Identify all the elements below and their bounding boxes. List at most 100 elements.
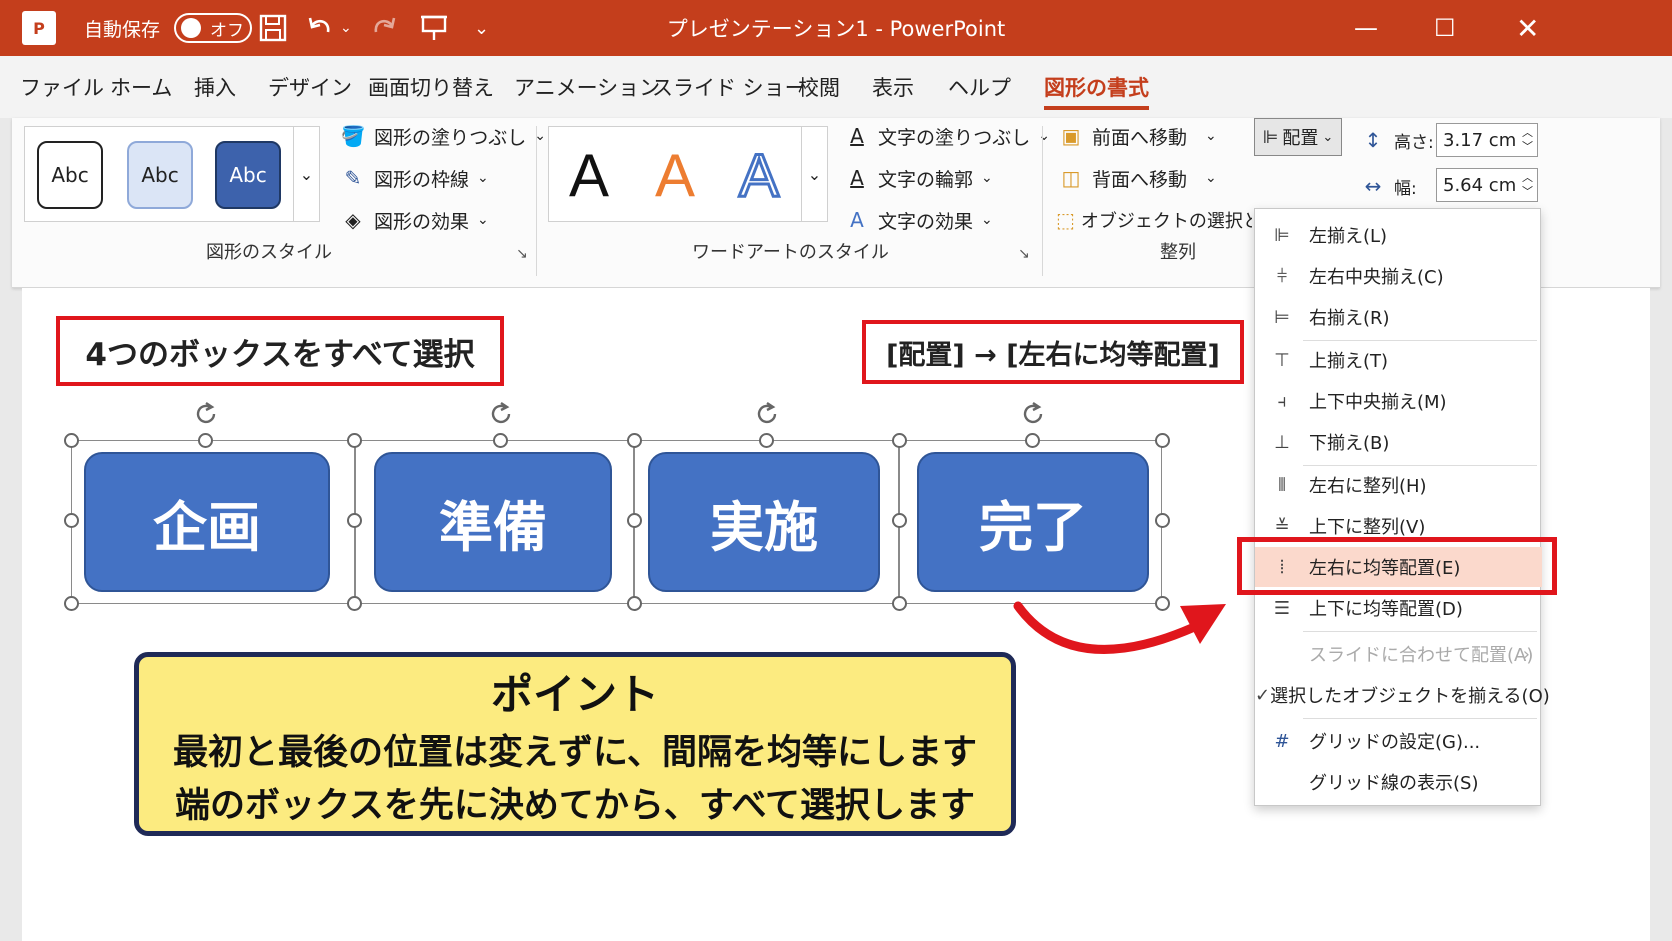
shape-outline-button[interactable]: ✎ 図形の枠線 ⌄: [338, 160, 489, 196]
menu-item-align-right[interactable]: ⊨ 右揃え(R): [1255, 297, 1542, 337]
tab-design[interactable]: デザイン: [268, 56, 352, 118]
resize-handle[interactable]: [892, 433, 907, 448]
resize-handle[interactable]: [1155, 513, 1170, 528]
menu-item-label: 右揃え(R): [1309, 308, 1390, 329]
resize-handle[interactable]: [493, 433, 508, 448]
shape-styles-group-label: 図形のスタイル: [206, 242, 332, 263]
send-backward-button[interactable]: ◫ 背面へ移動 ⌄: [1056, 160, 1217, 196]
menu-item-align-bottom[interactable]: ⊥ 下揃え(B): [1255, 422, 1542, 462]
undo-icon[interactable]: [306, 0, 334, 56]
resize-handle[interactable]: [64, 513, 79, 528]
text-effects-button[interactable]: A 文字の効果 ⌄: [842, 202, 993, 238]
tab-view[interactable]: 表示: [872, 56, 914, 118]
maximize-icon[interactable]: ☐: [1434, 0, 1456, 56]
tab-file[interactable]: ファイル: [20, 56, 104, 118]
tab-slideshow[interactable]: スライド ショー: [652, 56, 806, 118]
tab-shape-format[interactable]: 図形の書式: [1044, 56, 1149, 118]
menu-item-align-center[interactable]: ⫩ 左右中央揃え(C): [1255, 256, 1542, 296]
text-outline-button[interactable]: A 文字の輪郭 ⌄: [842, 160, 993, 196]
selection-pane-button[interactable]: ⬚ オブジェクトの選択と表示: [1056, 202, 1252, 238]
align-bottom-icon: ⊥: [1274, 431, 1290, 453]
resize-handle[interactable]: [1155, 433, 1170, 448]
process-box-complete[interactable]: 完了: [917, 452, 1149, 592]
shape-styles-launcher-icon[interactable]: ↘: [516, 246, 528, 262]
menu-item-arrange-horizontal[interactable]: ⫴ 左右に整列(H): [1255, 465, 1542, 505]
align-middle-icon: ⫞: [1277, 390, 1287, 412]
shape-style-sample-outline[interactable]: Abc: [37, 141, 103, 209]
shape-fill-button[interactable]: 🪣 図形の塗りつぶし ⌄: [338, 118, 546, 154]
menu-item-align-left[interactable]: ⊫ 左揃え(L): [1255, 215, 1542, 255]
tab-insert[interactable]: 挿入: [194, 56, 236, 118]
process-box-execute[interactable]: 実施: [648, 452, 880, 592]
rotate-handle-icon[interactable]: [1019, 400, 1047, 428]
autosave-toggle[interactable]: オフ: [174, 13, 252, 43]
shape-effects-button[interactable]: ◈ 図形の効果 ⌄: [338, 202, 488, 238]
shape-effects-icon: ◈: [345, 208, 361, 232]
menu-item-show-gridlines[interactable]: グリッド線の表示(S): [1255, 762, 1542, 802]
shape-style-sample-dark[interactable]: Abc: [215, 141, 281, 209]
text-effects-icon: A: [850, 208, 864, 232]
menu-item-align-top[interactable]: ⊤ 上揃え(T): [1255, 340, 1542, 380]
text-fill-label: 文字の塗りつぶし: [878, 126, 1031, 149]
tab-review[interactable]: 校閲: [798, 56, 840, 118]
shape-fill-label: 図形の塗りつぶし: [374, 126, 527, 149]
point-note-box: ポイント 最初と最後の位置は変えずに、間隔を均等にします 端のボックスを先に決め…: [134, 652, 1016, 836]
align-left-icon: ⊫: [1274, 224, 1290, 246]
powerpoint-logo-icon: P: [22, 11, 56, 45]
tab-animations[interactable]: アニメーション: [514, 56, 660, 118]
wordart-sample-orange[interactable]: A: [655, 141, 695, 210]
resize-handle[interactable]: [347, 596, 362, 611]
undo-dropdown-chevron-icon[interactable]: ⌄: [340, 0, 352, 56]
resize-handle[interactable]: [627, 596, 642, 611]
align-button[interactable]: ⊫ 配置 ⌄: [1254, 118, 1342, 156]
wordart-sample-black[interactable]: A: [569, 141, 609, 210]
resize-handle[interactable]: [64, 596, 79, 611]
process-box-plan[interactable]: 企画: [84, 452, 330, 592]
shape-style-sample-light[interactable]: Abc: [127, 141, 193, 209]
resize-handle[interactable]: [627, 433, 642, 448]
resize-handle[interactable]: [759, 433, 774, 448]
close-icon[interactable]: ✕: [1516, 0, 1539, 56]
presentation-start-icon[interactable]: [420, 0, 448, 56]
height-field[interactable]: 3.17 cm ︿ ﹀: [1436, 123, 1538, 157]
menu-item-grid-settings[interactable]: # グリッドの設定(G)...: [1255, 721, 1542, 761]
width-spinner-icon[interactable]: ︿ ﹀: [1522, 171, 1533, 199]
paint-bucket-icon: 🪣: [340, 124, 366, 148]
tab-transitions[interactable]: 画面切り替え: [368, 56, 494, 118]
wordart-more-chevron-icon[interactable]: ⌄: [801, 127, 827, 221]
menu-item-align-middle[interactable]: ⫞ 上下中央揃え(M): [1255, 381, 1542, 421]
shape-styles-more-chevron-icon[interactable]: ⌄: [293, 127, 319, 221]
resize-handle[interactable]: [347, 513, 362, 528]
title-bar: P 自動保存 オフ ⌄ ⌄ プレゼンテーション1 - PowerPoint — …: [0, 0, 1672, 56]
menu-item-align-to-slide[interactable]: スライドに合わせて配置(A) ›: [1255, 634, 1542, 674]
rotate-handle-icon[interactable]: [753, 400, 781, 428]
highlight-frame: [1237, 537, 1557, 595]
save-icon[interactable]: [258, 0, 288, 56]
wordart-sample-outline[interactable]: A: [737, 141, 780, 211]
resize-handle[interactable]: [198, 433, 213, 448]
tab-help[interactable]: ヘルプ: [948, 56, 1011, 118]
tab-home[interactable]: ホーム: [110, 56, 172, 118]
resize-handle[interactable]: [627, 513, 642, 528]
rotate-handle-icon[interactable]: [487, 400, 515, 428]
width-field[interactable]: 5.64 cm ︿ ﹀: [1436, 168, 1538, 202]
chevron-down-icon: ⌄: [981, 212, 993, 228]
rotate-handle-icon[interactable]: [192, 400, 220, 428]
menu-item-align-selected-objects[interactable]: ✓ 選択したオブジェクトを揃える(O): [1255, 675, 1550, 715]
align-button-label: 配置: [1282, 128, 1319, 149]
redo-icon[interactable]: [370, 0, 398, 56]
customize-toolbar-icon[interactable]: ⌄: [474, 0, 489, 56]
resize-handle[interactable]: [892, 513, 907, 528]
resize-handle[interactable]: [347, 433, 362, 448]
menu-item-label: 上下中央揃え(M): [1309, 392, 1447, 413]
align-dropdown-menu: ⊫ 左揃え(L) ⫩ 左右中央揃え(C) ⊨ 右揃え(R) ⊤ 上揃え(T) ⫞…: [1254, 208, 1550, 806]
height-spinner-icon[interactable]: ︿ ﹀: [1522, 126, 1533, 154]
resize-handle[interactable]: [64, 433, 79, 448]
process-box-prepare[interactable]: 準備: [374, 452, 612, 592]
resize-handle[interactable]: [1025, 433, 1040, 448]
minimize-icon[interactable]: —: [1354, 0, 1378, 56]
text-fill-button[interactable]: A 文字の塗りつぶし ⌄: [842, 118, 1050, 154]
bring-forward-button[interactable]: ▣ 前面へ移動 ⌄: [1056, 118, 1217, 154]
wordart-launcher-icon[interactable]: ↘: [1018, 246, 1030, 262]
resize-handle[interactable]: [892, 596, 907, 611]
